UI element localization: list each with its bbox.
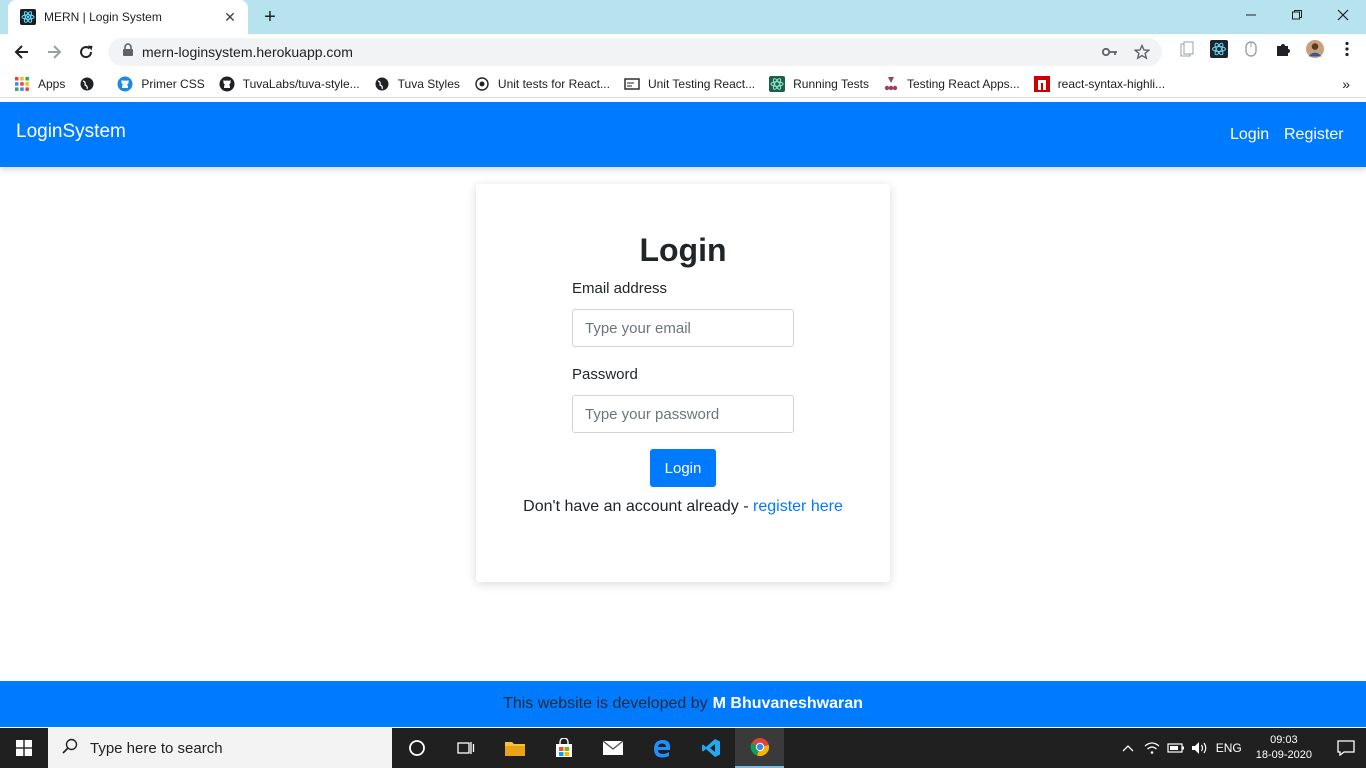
github-icon xyxy=(219,76,235,92)
signup-prompt: Don't have an account already - register… xyxy=(476,498,890,516)
search-placeholder: Type here to search xyxy=(90,739,223,757)
bookmark-label: Primer CSS xyxy=(141,76,205,91)
login-button[interactable]: Login xyxy=(650,449,716,487)
lock-icon[interactable] xyxy=(122,42,134,62)
login-card: Login Email address Password Login Don't… xyxy=(476,184,890,582)
profile-avatar[interactable] xyxy=(1306,40,1324,58)
store-icon[interactable] xyxy=(539,728,588,768)
close-tab-icon[interactable]: ✕ xyxy=(222,9,238,25)
tab-title: MERN | Login System xyxy=(44,10,162,24)
site-icon xyxy=(474,76,490,92)
react-icon xyxy=(769,75,786,92)
email-label: Email address xyxy=(572,280,668,297)
chevron-up-icon[interactable] xyxy=(1117,744,1139,752)
volume-icon[interactable] xyxy=(1189,741,1211,755)
search-icon xyxy=(62,738,78,759)
npm-icon xyxy=(1033,75,1050,92)
react-devtools-icon[interactable] xyxy=(1210,40,1228,58)
browser-toolbar: mern-loginsystem.herokuapp.com xyxy=(0,34,1366,70)
bookmark-label: Apps xyxy=(38,76,66,91)
close-window-icon[interactable] xyxy=(1320,0,1366,30)
vscode-icon[interactable] xyxy=(686,728,735,768)
footer-author: M Bhuvaneshwaran xyxy=(712,695,863,712)
bookmark-unit-tests[interactable]: Unit tests for React... xyxy=(474,76,610,92)
bookmark-tuva-styles[interactable]: Tuva Styles xyxy=(374,76,460,92)
site-icon xyxy=(624,76,640,92)
battery-icon[interactable] xyxy=(1165,743,1187,753)
register-link[interactable]: register here xyxy=(753,498,843,515)
menu-kebab-icon[interactable] xyxy=(1338,40,1356,58)
windows-taskbar: Type here to search ENG 09:03 18-09-2020 xyxy=(0,728,1366,768)
bookmark-tuvalabs[interactable]: TuvaLabs/tuva-style... xyxy=(219,76,360,92)
site-brand[interactable]: LoginSystem xyxy=(16,121,126,143)
bookmark-label: Tuva Styles xyxy=(397,76,460,91)
mail-icon[interactable] xyxy=(588,728,637,768)
address-bar[interactable]: mern-loginsystem.herokuapp.com xyxy=(108,38,1162,66)
clock-date: 18-09-2020 xyxy=(1255,749,1312,761)
site-footer: This website is developed by M Bhuvanesh… xyxy=(0,681,1366,727)
bookmark-react-syntax[interactable]: react-syntax-highli... xyxy=(1033,75,1166,92)
bookmarks-overflow-button[interactable]: » xyxy=(1342,76,1350,92)
bookmark-star-icon[interactable] xyxy=(1132,42,1152,62)
bookmark-apps[interactable]: Apps xyxy=(14,76,65,92)
browser-tab-strip: MERN | Login System ✕ + xyxy=(0,0,1366,34)
cortana-icon[interactable] xyxy=(392,728,441,768)
bookmark-running-tests[interactable]: Running Tests xyxy=(769,75,869,92)
bookmark-unit-testing-react[interactable]: Unit Testing React... xyxy=(624,76,755,92)
footer-text: This website is developed by xyxy=(503,695,708,712)
bookmark-label: Testing React Apps... xyxy=(906,76,1020,91)
network-icon[interactable] xyxy=(1141,741,1163,755)
clock[interactable]: 09:03 18-09-2020 xyxy=(1256,733,1312,763)
bookmark-label: Running Tests xyxy=(793,76,869,91)
globe-icon xyxy=(79,76,95,92)
notifications-icon[interactable] xyxy=(1326,728,1366,768)
url-text[interactable]: mern-loginsystem.herokuapp.com xyxy=(142,44,1088,60)
forward-arrow-icon[interactable] xyxy=(38,36,70,68)
taskbar-search[interactable]: Type here to search xyxy=(48,728,392,768)
bookmark-testing-react-apps[interactable]: Testing React Apps... xyxy=(883,76,1020,92)
mouse-extension-icon[interactable] xyxy=(1242,40,1260,58)
password-label: Password xyxy=(572,366,638,383)
bookmark-label: Unit tests for React... xyxy=(497,76,610,91)
restore-icon[interactable] xyxy=(1274,0,1320,30)
react-icon xyxy=(20,9,36,25)
back-arrow-icon[interactable] xyxy=(6,36,38,68)
task-view-icon[interactable] xyxy=(441,728,490,768)
bookmark-label: Unit Testing React... xyxy=(647,76,756,91)
password-field[interactable] xyxy=(572,395,794,433)
windows-start-icon[interactable] xyxy=(0,728,48,768)
file-explorer-icon[interactable] xyxy=(490,728,539,768)
bookmark-globe[interactable] xyxy=(79,76,103,92)
new-tab-button[interactable]: + xyxy=(258,6,282,28)
reload-icon[interactable] xyxy=(70,36,102,68)
clock-time: 09:03 xyxy=(1270,734,1298,746)
bookmark-primer-css[interactable]: Primer CSS xyxy=(117,76,205,92)
github-icon xyxy=(117,76,133,92)
chrome-icon[interactable] xyxy=(735,728,784,768)
email-field[interactable] xyxy=(572,309,794,347)
key-icon[interactable] xyxy=(1100,42,1120,62)
page-title: Login xyxy=(639,232,727,268)
language-indicator[interactable]: ENG xyxy=(1213,741,1245,755)
bookmark-label: react-syntax-highli... xyxy=(1057,76,1166,91)
nav-link-login[interactable]: Login xyxy=(1230,126,1269,144)
nav-link-register[interactable]: Register xyxy=(1284,126,1344,144)
minimize-icon[interactable] xyxy=(1228,0,1274,30)
apps-grid-icon xyxy=(14,76,30,92)
globe-icon xyxy=(374,76,390,92)
edge-icon[interactable] xyxy=(637,728,686,768)
signup-prompt-text: Don't have an account already - xyxy=(523,498,754,515)
jest-icon xyxy=(883,76,899,92)
bookmarks-bar: Apps Primer CSS TuvaLabs/tuva-style... T… xyxy=(0,70,1366,98)
browser-tab[interactable]: MERN | Login System ✕ xyxy=(8,0,248,34)
system-tray: ENG 09:03 18-09-2020 xyxy=(1116,728,1366,768)
bookmark-label: TuvaLabs/tuva-style... xyxy=(242,76,360,91)
site-navbar: LoginSystem Login Register xyxy=(0,102,1366,167)
extension-copy-icon[interactable] xyxy=(1178,40,1196,58)
puzzle-extensions-icon[interactable] xyxy=(1274,40,1292,58)
